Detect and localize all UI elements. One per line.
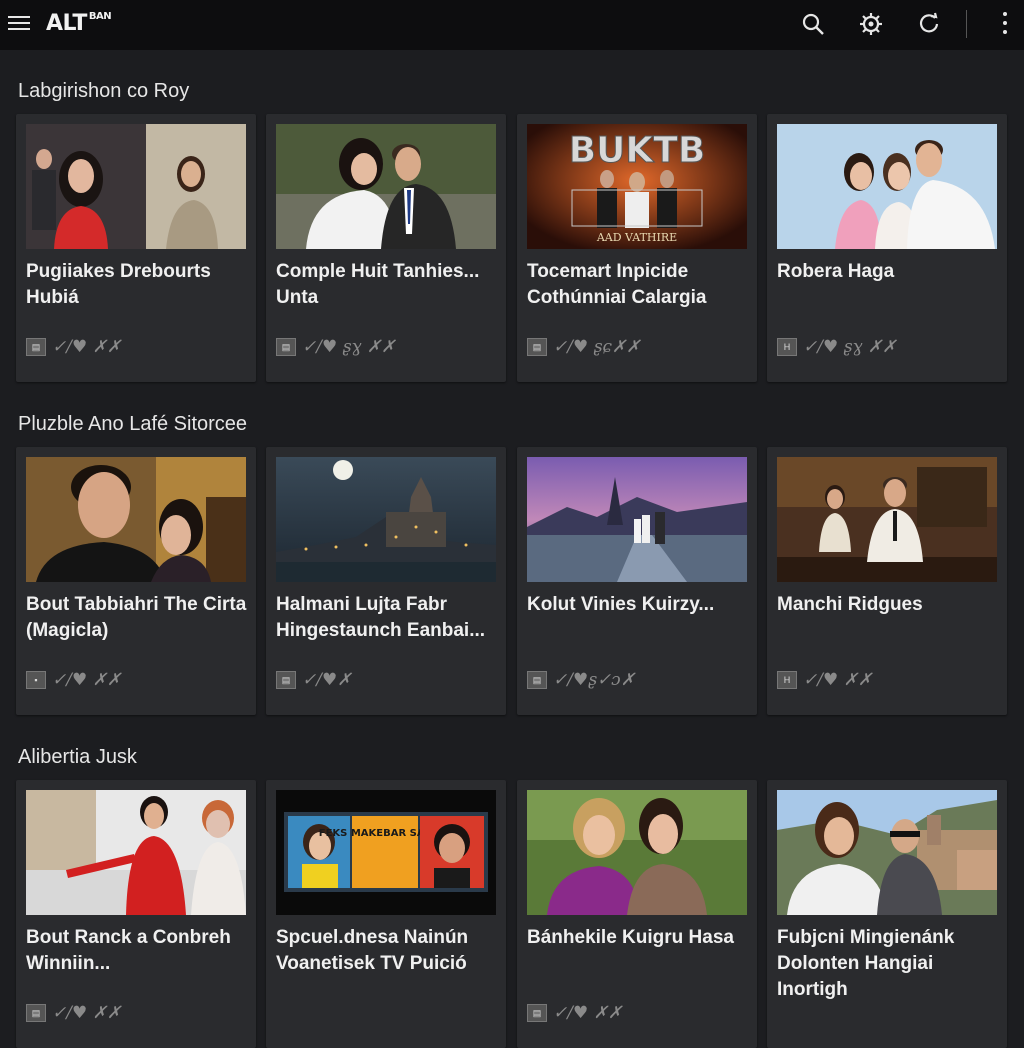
card-title: Tocemart Inpicide Cothúnniai Calargia — [527, 261, 707, 308]
card-meta: ▤ ✓/♥ ʂɣ ✗✗ — [276, 336, 395, 358]
card-title: Spcuel.dnesa Nainún Voanetisek TV Puició — [276, 927, 469, 974]
card-thumbnail: BUKTB AAD VATHIRE — [527, 124, 747, 249]
media-card[interactable]: Halmani Lujta Fabr Hingestaunch Eanbai..… — [266, 447, 506, 715]
media-card[interactable]: Bout Tabbiahri The Cirta (Magicla) ▪ ✓/♥ … — [16, 447, 256, 715]
card-thumbnail — [26, 790, 246, 915]
card-meta-text: ✓/♥ ʂɣ ✗✗ — [302, 337, 396, 357]
media-card[interactable]: Comple Huit Tanhies... Unta ▤ ✓/♥ ʂɣ ✗✗ — [266, 114, 506, 382]
card-meta-text: ✓/♥ ✗✗ — [52, 670, 122, 690]
card-meta-text: ✓/♥ ✗✗ — [52, 1003, 122, 1023]
media-card[interactable]: Manchi Ridgues H ✓/♥ ✗✗ — [767, 447, 1007, 715]
search-icon[interactable] — [800, 11, 826, 37]
card-meta-text: ✓/♥ ✗✗ — [52, 337, 122, 357]
card-title: Bout Tabbiahri The Cirta (Magicla) — [26, 594, 247, 641]
card-meta-text: ✓/♥ ʂɕ✗✗ — [553, 337, 641, 357]
card-meta-text: ✓/♥✗ — [302, 670, 352, 690]
card-meta: ▤ ✓/♥ ʂɕ✗✗ — [527, 336, 640, 358]
card-title: Kolut Vinies Kuirzy... — [527, 594, 715, 615]
section-title: Pluzble Ano Lafé Sitorcee — [18, 413, 248, 435]
card-thumbnail — [276, 124, 496, 249]
top-app-bar: ALT BAN — [0, 0, 1024, 50]
gear-icon[interactable] — [858, 11, 884, 37]
card-thumbnail — [777, 124, 997, 249]
card-title: Pugiiakes Drebourts Hubiá — [26, 261, 211, 308]
card-badge-icon: ▤ — [26, 1004, 46, 1022]
card-badge-icon: ▪ — [26, 671, 46, 689]
card-badge-icon: ▤ — [527, 1004, 547, 1022]
card-meta: H ✓/♥ ✗✗ — [777, 669, 872, 691]
poster-title: BUKTB — [569, 130, 706, 171]
card-thumbnail — [777, 790, 997, 915]
media-card[interactable]: FEKS MAKEBAR SAAUIC Spcuel.dnesa Nainún … — [266, 780, 506, 1048]
card-badge-icon: ▤ — [276, 671, 296, 689]
card-thumbnail — [26, 124, 246, 249]
media-card[interactable]: Robera Haga H ✓/♥ ʂɣ ✗✗ — [767, 114, 1007, 382]
media-card[interactable]: BUKTB AAD VATHIRE Tocemart Inpicide Coth… — [517, 114, 757, 382]
media-card[interactable]: Kolut Vinies Kuirzy... ▤ ✓/♥ʂ✓ɔ✗ — [517, 447, 757, 715]
card-meta: ▪ ✓/♥ ✗✗ — [26, 669, 121, 691]
card-title: Bánhekile Kuigru Hasa — [527, 927, 734, 948]
toolbar-divider — [966, 10, 967, 38]
poster-subtitle: AAD VATHIRE — [596, 231, 677, 244]
card-title: Bout Ranck a Conbreh Winniin... — [26, 927, 231, 974]
logo-text: ALT — [46, 11, 87, 36]
card-meta: ▤ ✓/♥ʂ✓ɔ✗ — [527, 669, 635, 691]
card-thumbnail — [527, 457, 747, 582]
card-title: Robera Haga — [777, 261, 895, 282]
card-meta: ▤ ✓/♥ ✗✗ — [527, 1002, 622, 1024]
card-title: Comple Huit Tanhies... Unta — [276, 261, 480, 308]
card-thumbnail — [777, 457, 997, 582]
card-meta: H ✓/♥ ʂɣ ✗✗ — [777, 336, 896, 358]
card-badge-icon: ▤ — [276, 338, 296, 356]
card-badge-icon: ▤ — [26, 338, 46, 356]
media-card[interactable]: Pugiiakes Drebourts Hubiá ▤ ✓/♥ ✗✗ — [16, 114, 256, 382]
card-meta-text: ✓/♥ ✗✗ — [553, 1003, 623, 1023]
card-title: Fubjcni Mingienánk Dolonten Hangiai Inor… — [777, 927, 955, 1000]
card-meta: ▤ ✓/♥✗ — [276, 669, 351, 691]
media-card[interactable]: Fubjcni Mingienánk Dolonten Hangiai Inor… — [767, 780, 1007, 1048]
section-title: Alibertia Jusk — [18, 746, 137, 768]
card-title: Manchi Ridgues — [777, 594, 923, 615]
card-badge-icon: H — [777, 671, 797, 689]
card-meta: ▤ ✓/♥ ✗✗ — [26, 1002, 121, 1024]
app-logo[interactable]: ALT BAN — [46, 11, 112, 36]
card-badge-icon: ▤ — [527, 338, 547, 356]
card-thumbnail — [276, 457, 496, 582]
card-title: Halmani Lujta Fabr Hingestaunch Eanbai..… — [276, 594, 486, 641]
logo-small-text: BAN — [88, 11, 112, 22]
card-thumbnail — [527, 790, 747, 915]
more-options-icon[interactable] — [998, 12, 1012, 38]
card-meta-text: ✓/♥ʂ✓ɔ✗ — [553, 670, 635, 690]
media-card[interactable]: Bánhekile Kuigru Hasa ▤ ✓/♥ ✗✗ — [517, 780, 757, 1048]
card-badge-icon: ▤ — [527, 671, 547, 689]
card-badge-icon: H — [777, 338, 797, 356]
section-title: Labgirishon co Roy — [18, 80, 190, 102]
refresh-icon[interactable] — [916, 11, 942, 37]
card-meta: ▤ ✓/♥ ✗✗ — [26, 336, 121, 358]
card-meta-text: ✓/♥ ʂɣ ✗✗ — [803, 337, 897, 357]
hamburger-menu-icon[interactable] — [8, 13, 30, 35]
card-thumbnail — [26, 457, 246, 582]
card-thumbnail: FEKS MAKEBAR SAAUIC — [276, 790, 496, 915]
media-card[interactable]: Bout Ranck a Conbreh Winniin... ▤ ✓/♥ ✗✗ — [16, 780, 256, 1048]
card-meta-text: ✓/♥ ✗✗ — [803, 670, 873, 690]
